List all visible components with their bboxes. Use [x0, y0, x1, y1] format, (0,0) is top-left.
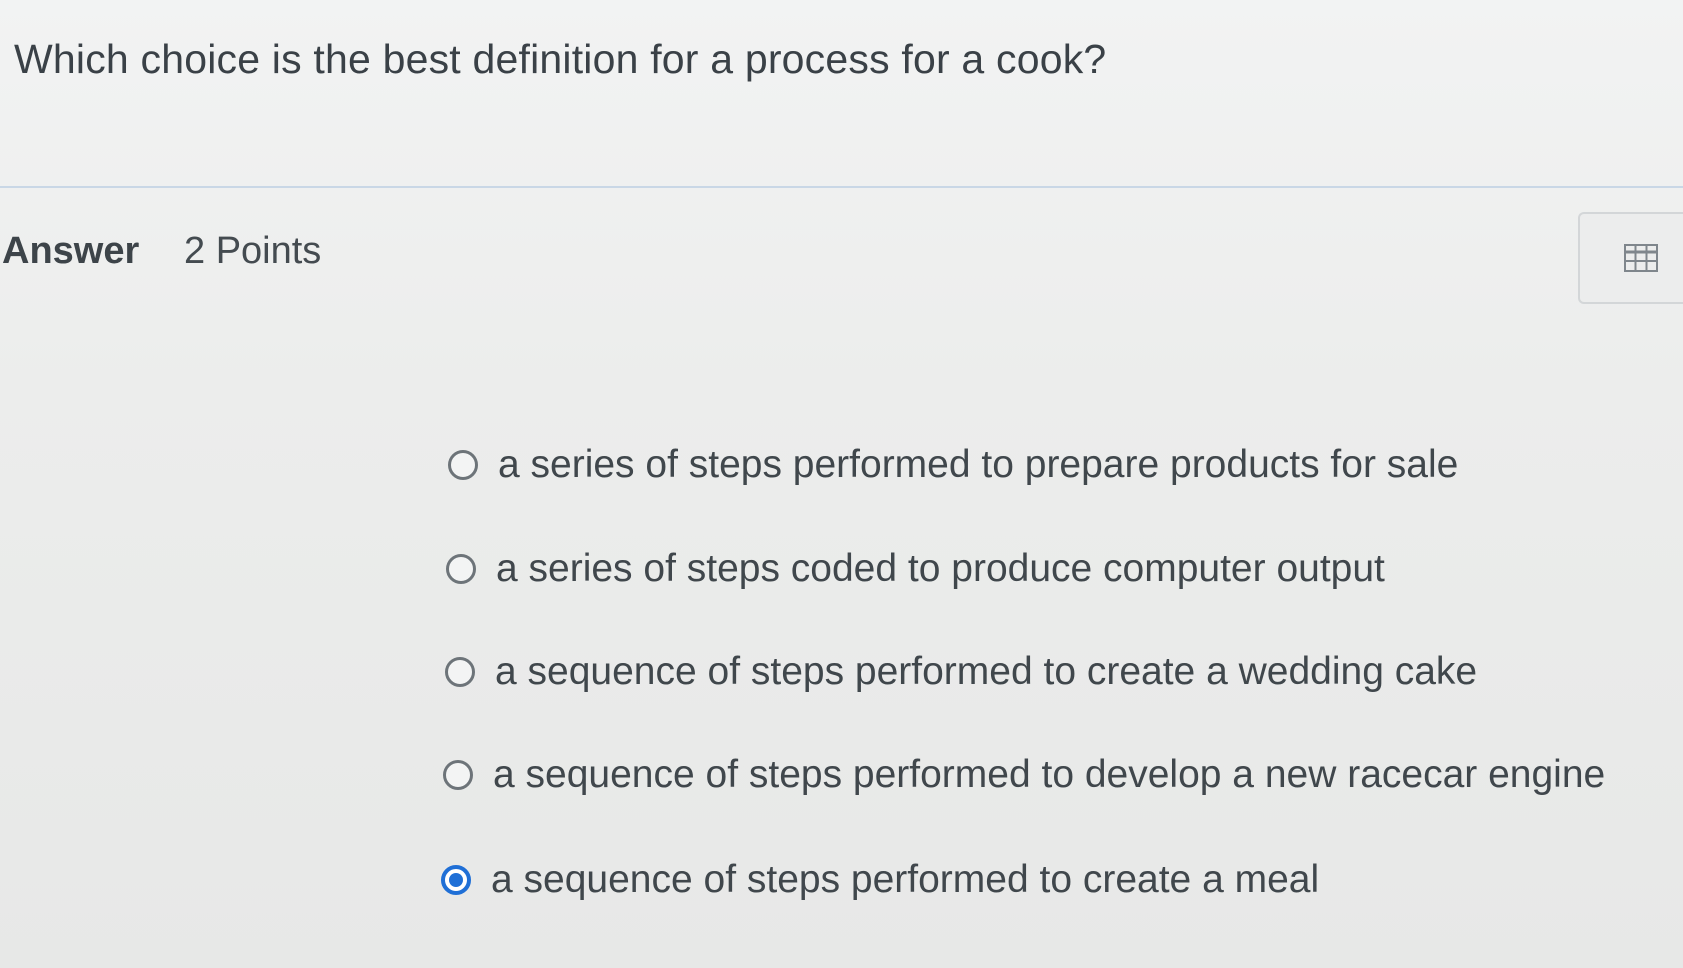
option-label: a sequence of steps performed to create …: [495, 650, 1478, 693]
radio-button[interactable]: [443, 760, 473, 790]
answer-label: Answer: [2, 230, 140, 272]
option-label: a sequence of steps performed to create …: [491, 858, 1320, 901]
option-2[interactable]: a series of steps coded to produce compu…: [446, 547, 1385, 591]
radio-button[interactable]: [448, 450, 478, 480]
radio-button-selected[interactable]: [441, 865, 471, 895]
table-tool-button[interactable]: [1578, 212, 1683, 304]
radio-button[interactable]: [446, 554, 476, 584]
radio-button[interactable]: [445, 657, 475, 687]
option-3[interactable]: a sequence of steps performed to create …: [445, 650, 1477, 694]
option-label: a series of steps coded to produce compu…: [496, 547, 1385, 590]
table-icon: [1624, 244, 1658, 272]
option-label: a sequence of steps performed to develop…: [493, 753, 1606, 796]
option-label: a series of steps performed to prepare p…: [498, 443, 1459, 486]
option-1[interactable]: a series of steps performed to prepare p…: [448, 443, 1458, 487]
points-label: 2 Points: [184, 230, 322, 272]
question-divider: [0, 186, 1683, 188]
option-5[interactable]: a sequence of steps performed to create …: [441, 858, 1319, 902]
question-text: Which choice is the best definition for …: [14, 36, 1107, 82]
option-4[interactable]: a sequence of steps performed to develop…: [443, 753, 1605, 797]
